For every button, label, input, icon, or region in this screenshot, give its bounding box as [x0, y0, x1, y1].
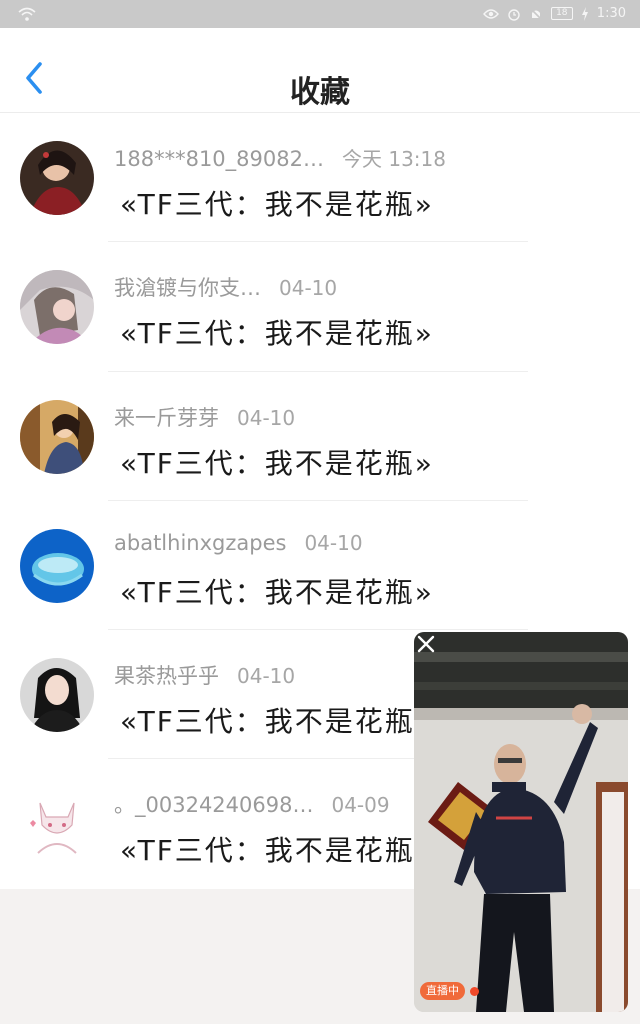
user-name: 来一斤芽芽	[114, 406, 219, 430]
user-name: 。_00324240698…	[114, 793, 314, 817]
live-indicator-dot	[470, 987, 479, 996]
item-title: «TF三代：我不是花瓶	[120, 834, 415, 867]
item-meta: abatlhinxgzapes 04-10	[114, 531, 363, 555]
user-name: 我滄镀与你支…	[114, 276, 261, 300]
item-date: 04-10	[279, 276, 338, 300]
item-date: 04-09	[331, 793, 390, 817]
avatar[interactable]	[20, 787, 94, 861]
user-name: 果茶热乎乎	[114, 664, 219, 688]
item-date: 今天 13:18	[341, 147, 446, 171]
page-title: 收藏	[290, 75, 350, 110]
item-date: 04-10	[237, 664, 296, 688]
item-title: «TF三代：我不是花瓶	[120, 705, 415, 738]
battery-icon: 18	[550, 7, 573, 20]
mute-icon	[529, 6, 543, 21]
live-badge: 直播中	[420, 982, 465, 1000]
item-title: «TF三代：我不是花瓶»	[120, 188, 434, 221]
item-meta: 果茶热乎乎 04-10	[114, 660, 295, 690]
item-title: «TF三代：我不是花瓶»	[120, 447, 434, 480]
status-bar: 18 1:30	[0, 0, 640, 28]
video-frame	[414, 632, 628, 1012]
status-time: 1:30	[596, 6, 626, 21]
item-title: «TF三代：我不是花瓶»	[120, 576, 434, 609]
avatar[interactable]	[20, 658, 94, 732]
user-name: abatlhinxgzapes	[114, 531, 287, 555]
eye-icon	[482, 8, 499, 19]
item-meta: 188***810_89082… 今天 13:18	[114, 143, 446, 172]
list-item[interactable]: abatlhinxgzapes 04-10 «TF三代：我不是花瓶»	[0, 501, 640, 629]
wifi-icon	[18, 7, 36, 21]
item-date: 04-10	[304, 531, 363, 555]
avatar[interactable]	[20, 529, 94, 603]
alarm-icon	[508, 8, 520, 21]
item-meta: 来一斤芽芽 04-10	[114, 402, 295, 432]
list-item[interactable]: 188***810_89082… 今天 13:18 «TF三代：我不是花瓶»	[0, 113, 640, 241]
app-header: 收藏	[0, 28, 640, 113]
avatar[interactable]	[20, 141, 94, 215]
avatar[interactable]	[20, 270, 94, 344]
user-name: 188***810_89082…	[114, 147, 324, 171]
avatar[interactable]	[20, 400, 94, 474]
list-item[interactable]: 我滄镀与你支… 04-10 «TF三代：我不是花瓶»	[0, 242, 640, 370]
item-meta: 。_00324240698… 04-09	[114, 789, 390, 819]
item-title: «TF三代：我不是花瓶»	[120, 317, 434, 350]
list-item[interactable]: 来一斤芽芽 04-10 «TF三代：我不是花瓶»	[0, 372, 640, 500]
close-icon[interactable]	[414, 632, 438, 656]
item-meta: 我滄镀与你支… 04-10	[114, 272, 337, 302]
item-date: 04-10	[237, 406, 296, 430]
floating-live-video[interactable]: 直播中	[414, 632, 628, 1012]
charging-icon	[581, 6, 588, 21]
